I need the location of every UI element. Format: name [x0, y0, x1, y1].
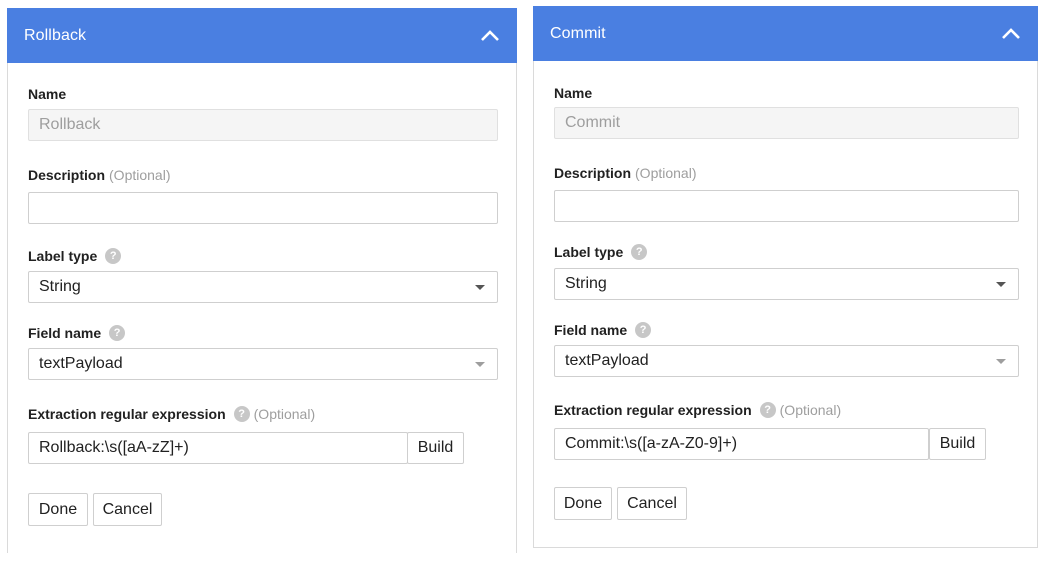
description-label: Description (Optional) — [554, 165, 696, 181]
label-type-select[interactable]: String — [28, 271, 498, 303]
commit-panel: Commit Name Description (Optional) Label… — [533, 6, 1038, 548]
name-label: Name — [28, 86, 66, 102]
panel-title: Commit — [550, 24, 606, 42]
label-type-label: Label type ? — [554, 244, 648, 260]
help-icon[interactable]: ? — [631, 244, 648, 260]
done-button[interactable]: Done — [28, 493, 88, 526]
regex-label: Extraction regular expression ? (Optiona… — [28, 406, 315, 422]
regex-label: Extraction regular expression ? (Optiona… — [554, 402, 841, 418]
description-input[interactable] — [28, 192, 498, 224]
label-type-label: Label type ? — [28, 248, 122, 264]
regex-label-text: Extraction regular expression — [28, 406, 226, 422]
regex-input[interactable] — [28, 432, 408, 464]
optional-hint: (Optional) — [109, 167, 171, 183]
help-icon[interactable]: ? — [233, 406, 250, 422]
name-label: Name — [554, 85, 592, 101]
help-icon[interactable]: ? — [105, 248, 122, 264]
optional-hint: (Optional) — [779, 402, 842, 418]
name-input[interactable] — [28, 109, 498, 141]
description-label-text: Description — [554, 165, 632, 181]
description-label-text: Description — [28, 167, 106, 183]
field-name-label-text: Field name — [28, 325, 102, 341]
chevron-up-icon[interactable] — [998, 21, 1024, 47]
label-type-value: String — [565, 275, 607, 292]
help-icon[interactable]: ? — [109, 325, 126, 341]
cancel-button[interactable]: Cancel — [93, 493, 162, 526]
field-name-value: textPayload — [39, 355, 123, 372]
help-icon[interactable]: ? — [635, 322, 652, 338]
panel-header: Rollback — [7, 8, 517, 63]
optional-hint: (Optional) — [635, 165, 697, 181]
field-name-label-text: Field name — [554, 322, 628, 338]
panel-title: Rollback — [24, 26, 87, 44]
build-button[interactable]: Build — [929, 428, 986, 460]
rollback-panel: Rollback Name Description (Optional) Lab… — [7, 8, 517, 553]
regex-input[interactable] — [554, 428, 929, 460]
help-icon[interactable]: ? — [759, 402, 776, 418]
build-button[interactable]: Build — [407, 432, 464, 464]
caret-down-icon — [996, 282, 1006, 287]
field-name-select[interactable]: textPayload — [554, 345, 1019, 377]
panel-header: Commit — [533, 6, 1038, 61]
chevron-up-icon[interactable] — [477, 23, 503, 49]
label-type-select[interactable]: String — [554, 268, 1019, 300]
label-type-label-text: Label type — [554, 244, 624, 260]
label-type-value: String — [39, 278, 81, 295]
caret-down-icon — [475, 285, 485, 290]
caret-down-icon — [996, 359, 1006, 364]
name-label-text: Name — [28, 86, 67, 102]
field-name-value: textPayload — [565, 352, 649, 369]
label-type-label-text: Label type — [28, 248, 98, 264]
cancel-button[interactable]: Cancel — [617, 487, 687, 520]
field-name-select[interactable]: textPayload — [28, 348, 498, 380]
description-label: Description (Optional) — [28, 167, 170, 183]
name-label-text: Name — [554, 85, 593, 101]
description-input[interactable] — [554, 190, 1019, 222]
done-button[interactable]: Done — [554, 487, 612, 520]
field-name-label: Field name ? — [554, 322, 652, 338]
regex-label-text: Extraction regular expression — [554, 402, 752, 418]
optional-hint: (Optional) — [253, 406, 316, 422]
name-input[interactable] — [554, 107, 1019, 139]
field-name-label: Field name ? — [28, 325, 126, 341]
caret-down-icon — [475, 362, 485, 367]
